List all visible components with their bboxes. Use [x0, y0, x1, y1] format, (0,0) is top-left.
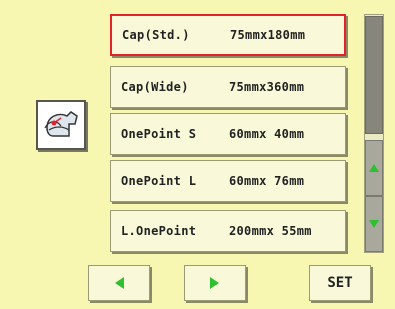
scrollbar-thumb[interactable] [365, 16, 383, 134]
cap-frame-button[interactable] [36, 100, 86, 150]
scroll-up-button[interactable] [365, 140, 383, 196]
left-arrow-icon [115, 277, 124, 289]
next-button[interactable] [184, 265, 246, 301]
hoop-name: L.OnePoint [121, 224, 197, 238]
hoop-selection-screen: Cap(Std.) 75mmx180mm Cap(Wide) 75mmx360m… [0, 0, 395, 309]
hoop-size: 60mmx 76mm [229, 174, 305, 188]
hoop-name: Cap(Wide) [121, 80, 189, 94]
hoop-name: OnePoint S [121, 127, 197, 141]
hoop-size: 75mmx360mm [229, 80, 305, 94]
hoop-size: 75mmx180mm [230, 28, 306, 42]
right-arrow-icon [210, 277, 219, 289]
hoop-option-onepoint-l[interactable]: OnePoint L 60mmx 76mm [110, 160, 346, 202]
set-button[interactable]: SET [309, 265, 371, 301]
cap-frame-icon [44, 111, 78, 137]
set-button-label: SET [327, 275, 353, 291]
hoop-name: Cap(Std.) [122, 28, 190, 42]
hoop-option-l-onepoint[interactable]: L.OnePoint 200mmx 55mm [110, 210, 346, 252]
hoop-size: 60mmx 40mm [229, 127, 305, 141]
up-arrow-icon [369, 164, 379, 172]
hoop-name: OnePoint L [121, 174, 197, 188]
hoop-option-cap-wide[interactable]: Cap(Wide) 75mmx360mm [110, 66, 346, 108]
hoop-option-cap-std[interactable]: Cap(Std.) 75mmx180mm [110, 14, 346, 56]
hoop-size: 200mmx 55mm [229, 224, 312, 238]
hoop-option-onepoint-s[interactable]: OnePoint S 60mmx 40mm [110, 113, 346, 155]
scroll-down-button[interactable] [365, 196, 383, 252]
down-arrow-icon [369, 220, 379, 228]
previous-button[interactable] [88, 265, 150, 301]
